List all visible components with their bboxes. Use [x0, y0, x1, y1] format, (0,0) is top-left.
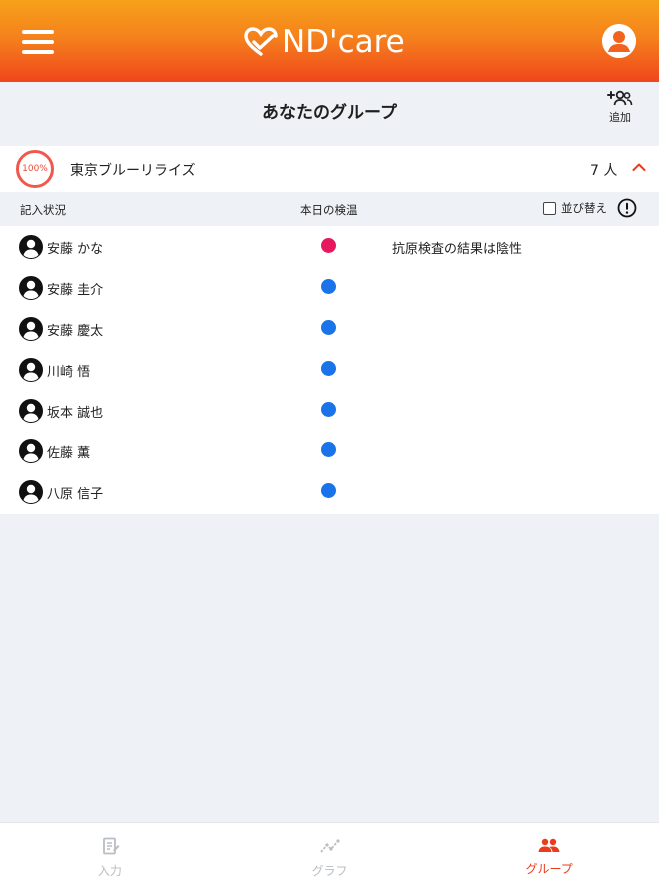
temperature-status-dot	[321, 360, 336, 376]
temperature-status-dot	[321, 278, 336, 294]
bottom-navigation: 入力 グラフ グループ	[0, 822, 659, 885]
member-name: 八原 信子	[47, 487, 104, 503]
info-icon[interactable]	[617, 198, 637, 218]
member-row[interactable]: 八原 信子	[0, 471, 659, 512]
graph-icon	[319, 837, 341, 862]
temperature-status-dot	[321, 401, 336, 417]
member-name: 坂本 誠也	[47, 405, 104, 421]
member-note: 抗原検査の結果は陰性	[392, 242, 523, 257]
member-name: 安藤 慶太	[47, 323, 104, 339]
input-document-icon	[99, 837, 121, 862]
person-avatar-icon	[19, 398, 43, 423]
nav-item-graph[interactable]: グラフ	[220, 823, 440, 885]
temperature-status-dot	[321, 483, 336, 499]
nav-item-group-people[interactable]: グループ	[439, 823, 659, 885]
member-count: 7 人	[590, 163, 618, 179]
person-add-icon	[607, 90, 633, 106]
person-avatar-icon	[19, 316, 43, 341]
member-row[interactable]: 川崎 悟	[0, 349, 659, 390]
column-today-temperature: 本日の検温	[300, 203, 358, 217]
temperature-status-dot	[321, 442, 336, 458]
group-name: 東京ブルーリライズ	[70, 163, 196, 179]
person-avatar-icon	[19, 235, 43, 259]
person-avatar-icon	[19, 357, 43, 382]
nav-label: グラフ	[311, 864, 348, 878]
sort-label: 並び替え	[561, 201, 607, 215]
progress-ring: 100%	[16, 150, 54, 188]
app-header: ND'care	[0, 0, 659, 82]
person-avatar-icon	[19, 275, 43, 300]
sort-toggle[interactable]: 並び替え	[543, 200, 607, 216]
add-label: 追加	[609, 111, 631, 124]
nav-label: 入力	[97, 864, 122, 878]
member-row[interactable]: 安藤 かな 抗原検査の結果は陰性	[0, 226, 659, 267]
page-title: あなたのグループ	[262, 103, 397, 123]
person-avatar-icon	[19, 439, 43, 464]
member-list: 安藤 かな 抗原検査の結果は陰性安藤 圭介安藤 慶太川崎 悟坂本 誠也佐藤 薫八原…	[0, 226, 659, 514]
sort-checkbox[interactable]	[543, 201, 556, 215]
temperature-status-dot	[321, 238, 336, 253]
title-bar: あなたのグループ 追加	[0, 82, 659, 142]
member-row[interactable]: 安藤 慶太	[0, 308, 659, 349]
column-entry-status: 記入状況	[20, 203, 66, 217]
hamburger-menu-icon[interactable]	[22, 30, 54, 54]
member-name: 安藤 かな	[47, 242, 104, 257]
app-logo: ND'care	[244, 22, 416, 62]
member-name: 川崎 悟	[47, 364, 91, 380]
member-name: 安藤 圭介	[47, 282, 104, 298]
person-avatar-icon	[19, 480, 43, 505]
group-header[interactable]: 100% 東京ブルーリライズ 7 人	[0, 146, 659, 192]
member-name: 佐藤 薫	[47, 446, 91, 462]
member-row[interactable]: 坂本 誠也	[0, 390, 659, 431]
account-circle-icon[interactable]	[602, 24, 636, 58]
member-row[interactable]: 佐藤 薫	[0, 430, 659, 471]
chevron-up-icon[interactable]	[631, 159, 647, 175]
logo-text: ND'care	[282, 24, 405, 60]
nav-label: グループ	[525, 862, 573, 876]
group-people-icon	[537, 837, 561, 860]
column-header-row: 記入状況 本日の検温 並び替え	[0, 192, 659, 226]
heart-logo-icon	[244, 27, 278, 56]
member-row[interactable]: 安藤 圭介	[0, 267, 659, 308]
nav-item-input-document[interactable]: 入力	[0, 823, 220, 885]
temperature-status-dot	[321, 319, 336, 335]
add-member-button[interactable]: 追加	[600, 90, 640, 130]
